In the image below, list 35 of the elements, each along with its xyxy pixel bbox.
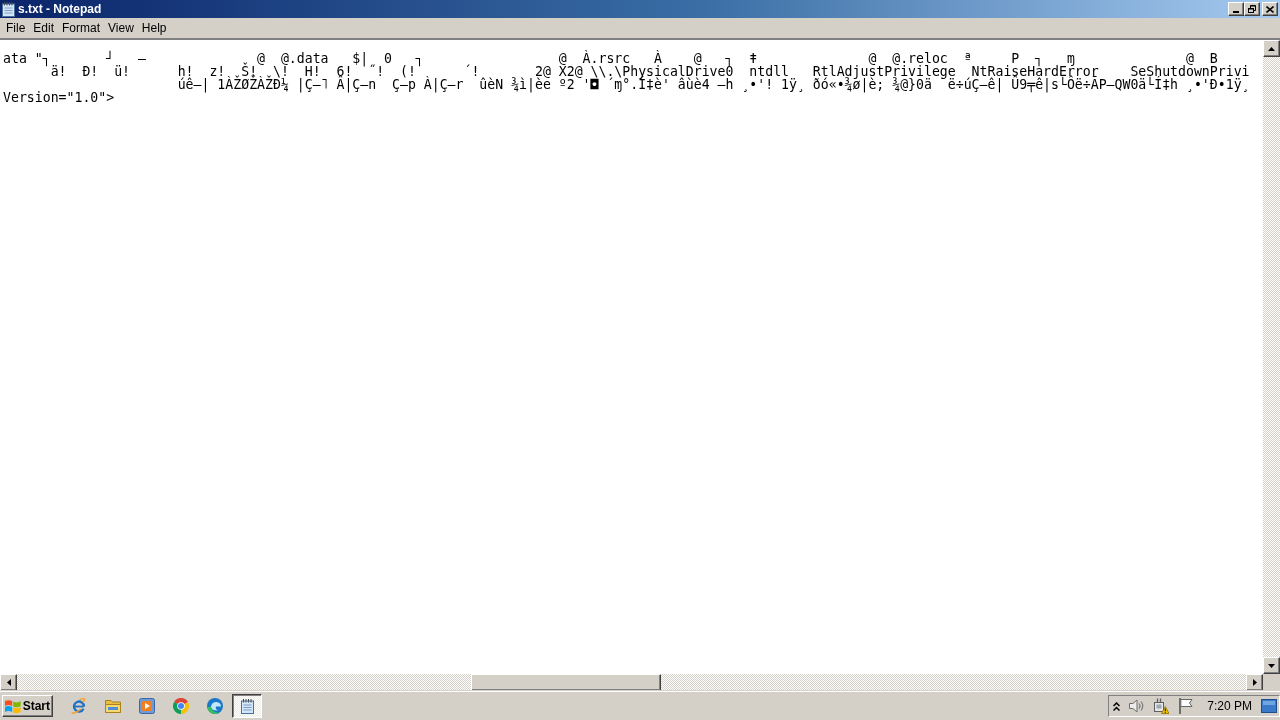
menu-item[interactable]: File xyxy=(2,20,30,37)
triangle-right-icon xyxy=(1252,679,1257,686)
flag-icon[interactable] xyxy=(1179,698,1194,714)
tricolor-circle-icon[interactable] xyxy=(173,698,189,714)
triangle-up-icon xyxy=(1268,46,1275,51)
menu-item[interactable]: View xyxy=(104,20,138,37)
menu-item[interactable]: Help xyxy=(137,20,171,37)
start-button[interactable]: Start xyxy=(2,695,53,717)
notepad-icon xyxy=(240,698,254,714)
notepad-icon xyxy=(2,1,15,17)
play-icon[interactable] xyxy=(139,698,155,714)
scroll-up-button[interactable] xyxy=(1263,40,1280,57)
menu-item[interactable]: Edit xyxy=(29,20,59,37)
close-button[interactable] xyxy=(1262,2,1278,16)
minimize-button[interactable] xyxy=(1228,2,1244,16)
restore-button[interactable] xyxy=(1244,2,1260,16)
window-title: s.txt - Notepad xyxy=(18,1,102,17)
folder-icon[interactable] xyxy=(105,699,121,713)
task-button[interactable] xyxy=(232,694,262,718)
network-warning-icon[interactable] xyxy=(1153,698,1170,714)
triangle-down-icon xyxy=(1268,663,1275,668)
menu-item[interactable]: Format xyxy=(58,20,105,37)
speaker-icon[interactable] xyxy=(1129,699,1146,713)
clock: 7:20 PM xyxy=(1207,699,1252,713)
desktop-icon[interactable] xyxy=(1261,699,1277,713)
restore-icon xyxy=(1248,5,1256,13)
minimize-icon xyxy=(1233,11,1239,13)
text-line: Version="1.0"> xyxy=(3,91,115,104)
chevron-up-icon[interactable] xyxy=(1113,701,1121,711)
four-pane-flag-icon xyxy=(5,698,21,714)
scroll-down-button[interactable] xyxy=(1263,657,1280,674)
e-logo-icon[interactable] xyxy=(71,698,87,714)
close-icon xyxy=(1266,5,1274,13)
triangle-left-icon xyxy=(6,679,11,686)
swirl-icon[interactable] xyxy=(207,698,223,714)
